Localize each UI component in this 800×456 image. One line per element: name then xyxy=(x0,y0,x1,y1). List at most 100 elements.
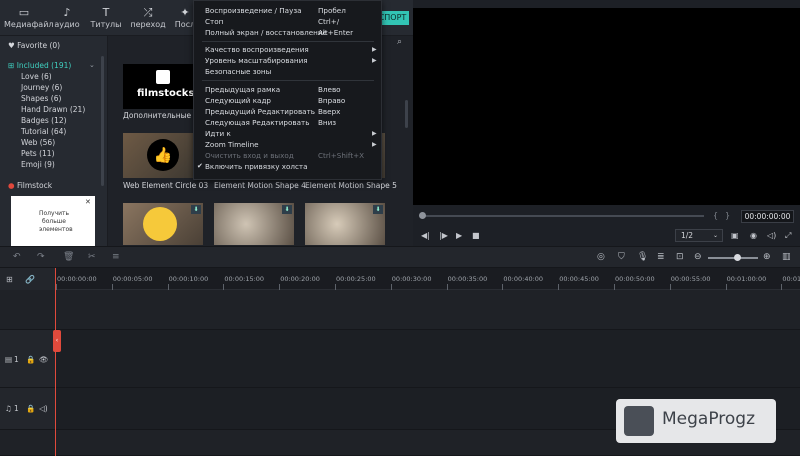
zoom-value: 1/2 xyxy=(681,231,694,240)
timeline-zoom-handle[interactable] xyxy=(734,254,741,261)
checkmark-icon: ✔ xyxy=(197,162,203,170)
submenu-arrow-icon: ▶ xyxy=(372,46,377,53)
media-item-thumbnail[interactable]: ⬇ xyxy=(123,203,203,245)
adjust-icon[interactable]: ≡ xyxy=(112,252,120,262)
sidebar-item-favorite[interactable]: ♥ Favorite (0) xyxy=(8,41,60,50)
redo-icon[interactable]: ↷ xyxy=(37,252,45,262)
media-item-thumbnail[interactable]: ⬇ xyxy=(305,203,385,245)
sidebar-item-badges[interactable]: Badges (12) xyxy=(21,116,67,125)
ruler-timecode: 00:01:05:00 xyxy=(782,275,800,283)
sidebar-item-journey[interactable]: Journey (6) xyxy=(21,83,62,92)
media-item-label: Element Motion Shape 4 xyxy=(214,181,306,190)
menu-item-next-frame[interactable]: Следующий кадр xyxy=(205,96,271,105)
audio-tab[interactable]: ♪ аудио xyxy=(52,6,82,29)
download-icon[interactable]: ⬇ xyxy=(191,205,201,214)
scrubber-handle[interactable] xyxy=(419,212,426,219)
download-icon[interactable]: ⬇ xyxy=(373,205,383,214)
ruler-timecode: 00:00:55:00 xyxy=(670,275,711,283)
menu-item-canvas-snap[interactable]: Включить привязку холста xyxy=(205,162,308,171)
video-track-area[interactable] xyxy=(55,330,800,388)
sidebar-item-love[interactable]: Love (6) xyxy=(21,72,52,81)
preview-timecode: 00:00:00:00 xyxy=(741,210,794,223)
sidebar-item-pets[interactable]: Pets (11) xyxy=(21,149,55,158)
timeline-zoom-slider[interactable] xyxy=(708,257,758,259)
media-item-thumbnail[interactable]: 👍 xyxy=(123,133,203,178)
menu-item-next-edit[interactable]: Следующая Редактировать xyxy=(205,118,309,127)
stop-icon[interactable]: ■ xyxy=(472,231,480,240)
play-pause-icon[interactable]: |▶ xyxy=(439,231,448,240)
submenu-arrow-icon: ▶ xyxy=(372,130,377,137)
sidebar-item-shapes[interactable]: Shapes (6) xyxy=(21,94,61,103)
sidebar-item-web[interactable]: Web (56) xyxy=(21,138,55,147)
eye-icon[interactable]: 👁 xyxy=(39,355,49,364)
transitions-tab[interactable]: ⤮ переход xyxy=(130,6,166,29)
sidebar-item-emoji[interactable]: Emoji (9) xyxy=(21,160,55,169)
menu-item-safe-zones[interactable]: Безопасные зоны xyxy=(205,67,271,76)
close-icon[interactable]: ✕ xyxy=(85,198,91,206)
sidebar-item-filmstock[interactable]: ● Filmstock xyxy=(8,181,52,190)
mark-in-icon[interactable]: { xyxy=(713,211,718,220)
smiley-emoji-icon xyxy=(143,207,177,241)
ruler-timecode: 00:00:05:00 xyxy=(112,275,153,283)
filmstock-ad[interactable]: ✕ Получить больше элементов xyxy=(11,196,95,248)
titles-tab[interactable]: T Титулы xyxy=(88,6,124,29)
audio-mixer-icon[interactable]: ≣ xyxy=(657,252,665,262)
preview-zoom-select[interactable]: 1/2 ⌄ xyxy=(675,229,723,242)
media-tab[interactable]: ▭ Медиафайл xyxy=(4,6,54,29)
filmstocks-thumbnail[interactable]: filmstocks xyxy=(123,64,203,109)
empty-track-area[interactable] xyxy=(55,290,800,330)
menu-item-playback-quality[interactable]: Качество воспроизведения xyxy=(205,45,309,54)
sidebar-item-tutorial[interactable]: Tutorial (64) xyxy=(21,127,66,136)
lock-icon[interactable]: 🔒 xyxy=(26,404,35,413)
download-icon[interactable]: ⬇ xyxy=(282,205,292,214)
menu-item-zoom-level[interactable]: Уровень масштабирования xyxy=(205,56,308,65)
media-tab-label: Медиафайл xyxy=(4,20,54,29)
cut-icon[interactable]: ✂ xyxy=(88,252,96,262)
media-item-thumbnail[interactable]: ⬇ xyxy=(214,203,294,245)
fullscreen-icon[interactable]: ⤢ xyxy=(785,231,791,241)
menu-item-previous-edit[interactable]: Предыдущий Редактировать xyxy=(205,107,315,116)
transition-icon: ⤮ xyxy=(143,6,153,19)
prev-frame-icon[interactable]: ◀| xyxy=(421,231,430,240)
layout-icon[interactable]: ▥ xyxy=(782,252,791,262)
playhead[interactable] xyxy=(55,268,56,456)
speaker-icon[interactable]: ◁) xyxy=(39,404,48,413)
delete-icon[interactable]: 🗑 xyxy=(63,252,74,262)
sidebar-item-included[interactable]: ⊞ Included (191) xyxy=(8,61,71,70)
menu-item-zoom-timeline[interactable]: Zoom Timeline xyxy=(205,140,259,149)
menu-item-play-pause[interactable]: Воспроизведение / Пауза xyxy=(205,6,302,15)
playhead-handle[interactable]: ‹ xyxy=(53,330,61,352)
search-icon[interactable]: ⌕ xyxy=(397,37,402,47)
media-scrollbar[interactable] xyxy=(405,100,408,128)
menu-item-previous-frame[interactable]: Предыдущая рамка xyxy=(205,85,280,94)
microphone-icon[interactable]: 🎙 xyxy=(637,252,648,262)
zoom-in-icon[interactable]: ⊕ xyxy=(763,252,771,262)
preview-scrubber[interactable] xyxy=(421,215,704,217)
sidebar-item-hand-drawn[interactable]: Hand Drawn (21) xyxy=(21,105,85,114)
snapshot-icon[interactable]: ◉ xyxy=(750,231,757,240)
ruler-head: ⊞ 🔗 xyxy=(0,268,55,290)
ruler-tick xyxy=(335,284,336,290)
menu-item-clear-in-out[interactable]: Очистить вход и выход xyxy=(205,151,294,160)
link-icon[interactable]: 🔗 xyxy=(25,275,35,284)
volume-icon[interactable]: ◁) xyxy=(767,231,776,240)
title-text-icon: T xyxy=(102,6,110,19)
chevron-down-icon[interactable]: ⌄ xyxy=(89,61,95,69)
marker-icon[interactable]: ⛉ xyxy=(618,252,625,262)
menu-item-stop[interactable]: Стоп xyxy=(205,17,223,26)
mark-out-icon[interactable]: } xyxy=(725,211,730,220)
transitions-tab-label: переход xyxy=(130,20,166,29)
menu-item-fullscreen[interactable]: Полный экран / восстановление xyxy=(205,28,327,37)
render-preview-icon[interactable]: ▣ xyxy=(731,231,739,240)
undo-icon[interactable]: ↶ xyxy=(13,252,21,262)
sidebar-scrollbar[interactable] xyxy=(101,56,104,186)
lock-icon[interactable]: 🔒 xyxy=(26,355,35,364)
media-item-label: Element Motion Shape 5 xyxy=(305,181,397,190)
render-icon[interactable]: ◎ xyxy=(597,252,605,262)
zoom-out-icon[interactable]: ⊖ xyxy=(694,252,702,262)
fit-timeline-icon[interactable]: ⊡ xyxy=(676,252,684,262)
menu-item-go-to[interactable]: Идти к xyxy=(205,129,231,138)
play-icon[interactable]: ▶ xyxy=(456,231,462,240)
add-track-icon[interactable]: ⊞ xyxy=(6,275,13,284)
menu-shortcut: Вверх xyxy=(318,107,341,116)
